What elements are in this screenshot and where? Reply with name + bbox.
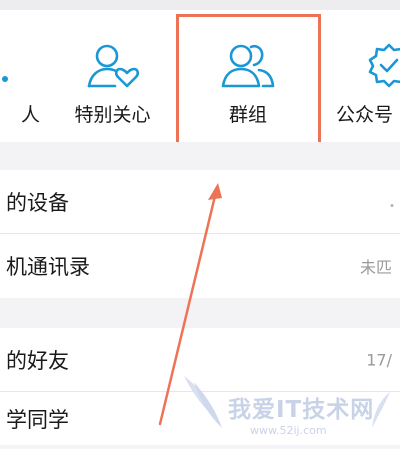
section-gap xyxy=(0,142,400,170)
list-item-meta: 17/ xyxy=(366,350,392,369)
tile-special-care-label: 特别关心 xyxy=(74,104,151,126)
tile-special-care[interactable]: 特别关心 xyxy=(40,10,185,142)
verified-badge-icon xyxy=(366,42,400,92)
section-gap xyxy=(0,298,400,328)
tile-partial[interactable]: 人 xyxy=(0,10,40,142)
list-item-label: 的好友 xyxy=(6,348,69,373)
tile-groups-label: 群组 xyxy=(228,104,267,126)
list-item[interactable]: 机通讯录 未匹 xyxy=(0,234,400,298)
list-item-meta xyxy=(390,192,394,211)
person-heart-icon xyxy=(85,42,141,94)
top-band xyxy=(0,0,400,10)
tile-partial-label: 人 xyxy=(20,104,40,126)
group-icon xyxy=(219,42,277,94)
tile-groups[interactable]: 群组 xyxy=(172,10,324,142)
list-item-meta: 未匹 xyxy=(359,258,392,277)
list-item-label: 学同学 xyxy=(6,407,69,432)
tile-official-accounts[interactable]: 公众号 xyxy=(318,10,400,142)
list-item-label: 的设备 xyxy=(6,190,69,215)
contacts-icon xyxy=(1,70,9,89)
list-item[interactable]: 的设备 xyxy=(0,170,400,234)
tile-official-accounts-label: 公众号 xyxy=(336,104,394,126)
quick-access-row: 人 特别关心 群组 公众号 xyxy=(0,10,400,142)
list-item[interactable]: 学同学 xyxy=(0,392,400,445)
list-item-label: 机通讯录 xyxy=(6,255,90,279)
list-item[interactable]: 的好友 17/ xyxy=(0,328,400,392)
